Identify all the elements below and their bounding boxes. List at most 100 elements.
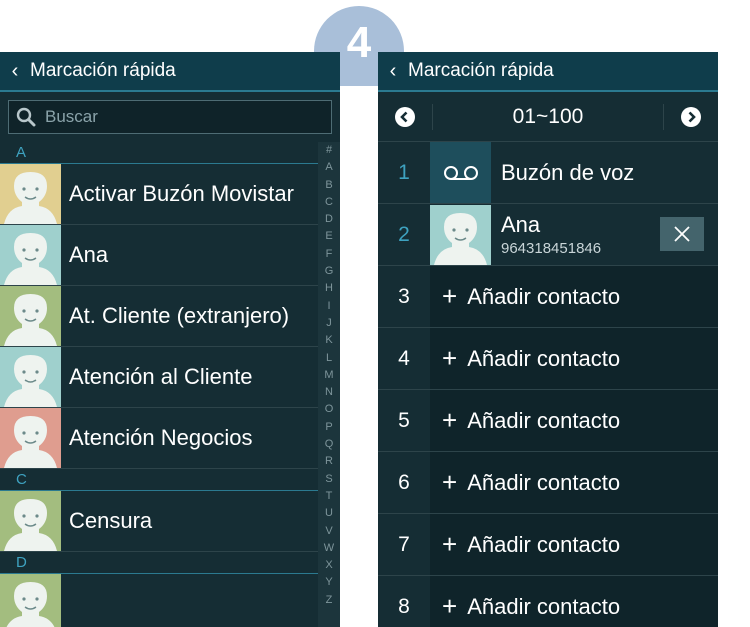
index-letter[interactable]: T: [326, 488, 333, 505]
speed-dial-empty-row[interactable]: 7 + Añadir contacto: [378, 514, 718, 576]
speed-dial-number: 6: [398, 470, 410, 494]
page-title: Marcación rápida: [30, 60, 176, 81]
contact-name: Atención al Cliente: [69, 364, 253, 389]
speed-dial-number: 1: [398, 160, 410, 184]
section-header: D: [0, 552, 318, 574]
index-letter[interactable]: F: [326, 246, 333, 263]
add-contact-label: Añadir contacto: [467, 407, 621, 433]
contact-name: Censura: [69, 508, 153, 533]
add-contact-button[interactable]: + Añadir contacto: [430, 405, 620, 436]
search-input[interactable]: [43, 106, 267, 128]
contact-row[interactable]: Atención Negocios: [0, 408, 318, 469]
contact-name: Activar Buzón Movistar: [69, 181, 294, 206]
section-header: C: [0, 469, 318, 491]
speed-dial-number: 7: [398, 532, 410, 556]
index-letter[interactable]: D: [325, 211, 333, 228]
avatar: [430, 204, 491, 265]
avatar: [0, 491, 61, 551]
index-letter[interactable]: I: [327, 298, 330, 315]
contact-name: Ana: [69, 242, 109, 267]
plus-icon: +: [442, 281, 458, 311]
voicemail-label: Buzón de voz: [501, 159, 635, 185]
next-range-button[interactable]: [664, 106, 718, 127]
index-letter[interactable]: Z: [326, 592, 333, 609]
add-contact-button[interactable]: + Añadir contacto: [430, 343, 620, 374]
avatar: [0, 225, 61, 285]
add-contact-label: Añadir contacto: [467, 345, 621, 371]
avatar: [0, 286, 61, 346]
index-letter[interactable]: V: [325, 523, 332, 540]
add-contact-label: Añadir contacto: [467, 469, 621, 495]
index-letter[interactable]: Q: [325, 436, 334, 453]
add-contact-label: Añadir contacto: [467, 283, 621, 309]
plus-icon: +: [442, 405, 458, 435]
range-label: 01~100: [432, 103, 664, 130]
index-letter[interactable]: N: [325, 384, 333, 401]
contact-row[interactable]: Ana: [0, 225, 318, 286]
speed-dial-empty-row[interactable]: 3 + Añadir contacto: [378, 266, 718, 328]
add-contact-button[interactable]: + Añadir contacto: [430, 281, 620, 312]
contact-row[interactable]: Atención al Cliente: [0, 347, 318, 408]
index-letter[interactable]: B: [325, 177, 332, 194]
speed-dial-empty-row[interactable]: 5 + Añadir contacto: [378, 390, 718, 452]
speed-dial-number: 3: [398, 284, 410, 308]
search-icon: [9, 107, 43, 127]
speed-dial-number: 2: [398, 222, 410, 246]
contact-row[interactable]: [0, 574, 318, 627]
contact-list: A Activar Buzón Movistar Ana At. Cliente (e…: [0, 142, 318, 627]
add-contact-button[interactable]: + Añadir contacto: [430, 591, 620, 622]
speed-dial-empty-row[interactable]: 6 + Añadir contacto: [378, 452, 718, 514]
contact-row[interactable]: At. Cliente (extranjero): [0, 286, 318, 347]
contact-picker-screen: ‹ Marcación rápida A Activar Buzón Movist…: [0, 52, 340, 627]
avatar: [0, 574, 61, 627]
avatar: [0, 164, 61, 224]
index-letter[interactable]: K: [325, 332, 332, 349]
index-letter[interactable]: P: [325, 419, 332, 436]
index-letter[interactable]: H: [325, 280, 333, 297]
plus-icon: +: [442, 591, 458, 621]
back-icon[interactable]: ‹: [0, 60, 30, 83]
chevron-right-icon: [681, 106, 701, 127]
index-letter[interactable]: W: [324, 540, 334, 557]
plus-icon: +: [442, 343, 458, 373]
back-icon[interactable]: ‹: [378, 60, 408, 83]
index-letter[interactable]: G: [325, 263, 334, 280]
index-letter[interactable]: C: [325, 194, 333, 211]
previous-range-button[interactable]: [378, 106, 432, 127]
index-letter[interactable]: J: [326, 315, 332, 332]
alphabet-index-bar[interactable]: # A B C D E F G H I J K L M N O P Q R S T U V W X Y Z: [318, 142, 340, 627]
speed-dial-number: 4: [398, 346, 410, 370]
index-letter[interactable]: R: [325, 453, 333, 470]
add-contact-button[interactable]: + Añadir contacto: [430, 529, 620, 560]
contact-row[interactable]: Censura: [0, 491, 318, 552]
chevron-left-icon: [395, 106, 415, 127]
add-contact-button[interactable]: + Añadir contacto: [430, 467, 620, 498]
index-letter[interactable]: X: [325, 557, 332, 574]
avatar: [0, 408, 61, 468]
remove-button[interactable]: [660, 217, 704, 251]
add-contact-label: Añadir contacto: [467, 531, 621, 557]
index-letter[interactable]: A: [325, 159, 332, 176]
index-letter[interactable]: U: [325, 505, 333, 522]
page-title: Marcación rápida: [408, 60, 554, 81]
contact-row[interactable]: Activar Buzón Movistar: [0, 164, 318, 225]
speed-dial-number: 8: [398, 594, 410, 618]
speed-dial-assigned-row[interactable]: 2 Ana 964318451846: [378, 204, 718, 266]
search-box[interactable]: [8, 100, 332, 134]
index-letter[interactable]: #: [326, 142, 332, 159]
index-letter[interactable]: S: [325, 471, 332, 488]
empty-slot-list: 3 + Añadir contacto 4 + Añadir contacto 5 + Añad…: [378, 266, 718, 627]
plus-icon: +: [442, 467, 458, 497]
index-letter[interactable]: M: [324, 367, 333, 384]
index-letter[interactable]: E: [325, 228, 332, 245]
avatar: [0, 347, 61, 407]
speed-dial-empty-row[interactable]: 8 + Añadir contacto: [378, 576, 718, 627]
index-letter[interactable]: O: [325, 401, 334, 418]
plus-icon: +: [442, 529, 458, 559]
index-letter[interactable]: Y: [325, 574, 332, 591]
speed-dial-empty-row[interactable]: 4 + Añadir contacto: [378, 328, 718, 390]
speed-dial-voicemail-row[interactable]: 1 Buzón de voz: [378, 142, 718, 204]
add-contact-label: Añadir contacto: [467, 593, 621, 619]
contact-name: At. Cliente (extranjero): [69, 303, 290, 328]
index-letter[interactable]: L: [326, 350, 332, 367]
